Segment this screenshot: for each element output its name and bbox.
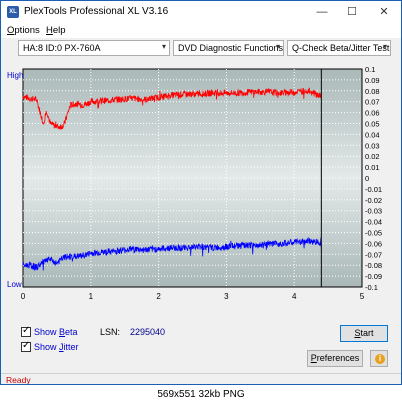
y-tick-label: 0.06	[365, 109, 380, 118]
y-tick-label: -0.06	[365, 239, 382, 248]
drive-select[interactable]: HA:8 ID:0 PX-760A ▾	[18, 40, 170, 56]
app-window: XL PlexTools Professional XL V3.16 — ☐ ✕…	[0, 0, 402, 385]
x-tick-label: 0	[21, 292, 26, 301]
info-button[interactable]: i	[370, 350, 388, 367]
show-beta-label[interactable]: Show Beta	[34, 327, 78, 337]
y-tick-label: -0.05	[365, 229, 382, 238]
preferences-button[interactable]: Preferences	[307, 350, 363, 367]
show-jitter-prefix: Show	[34, 342, 60, 352]
y-tick-label: -0.04	[365, 218, 382, 227]
x-tick-label: 2	[156, 292, 161, 301]
info-icon: i	[375, 354, 385, 364]
y-tick-label: 0.1	[365, 65, 375, 74]
y-tick-label: 0.09	[365, 76, 380, 85]
show-beta-checkbox[interactable]: ✓	[21, 325, 31, 337]
y-tick-label: -0.03	[365, 207, 382, 216]
y-tick-label: -0.08	[365, 261, 382, 270]
y-tick-label: -0.07	[365, 250, 382, 259]
y-tick-label: 0.02	[365, 152, 380, 161]
y-tick-label: 0.04	[365, 130, 380, 139]
toolbar: HA:8 ID:0 PX-760A ▾ DVD Diagnostic Funct…	[1, 38, 401, 59]
test-select[interactable]: Q-Check Beta/Jitter Test ▾	[287, 40, 391, 56]
chevron-down-icon: ▾	[161, 42, 166, 51]
checkmark-icon: ✓	[22, 325, 31, 336]
menu-options[interactable]: Options	[7, 25, 40, 36]
y-tick-label: 0.08	[365, 87, 380, 96]
y-tick-label: 0	[365, 174, 369, 183]
status-text: Ready	[6, 375, 31, 385]
chart-area: 0 1 2 3 4 5 0.1 0.09 0.08 0.07 0.06 0.05 0.04 0.03 0.0…	[6, 64, 391, 304]
start-button[interactable]: Start	[340, 325, 388, 342]
close-button[interactable]: ✕	[369, 1, 399, 23]
lsn-label: LSN:	[100, 327, 121, 337]
y-tick-label: -0.1	[365, 283, 378, 292]
beta-jitter-chart: 0 1 2 3 4 5 0.1 0.09 0.08 0.07 0.06 0.050.04 0.03 0.0…	[7, 65, 382, 301]
high-label: High	[7, 71, 23, 80]
title-bar: XL PlexTools Professional XL V3.16 — ☐ ✕	[1, 1, 401, 23]
y-tick-label: -0.01	[365, 185, 382, 194]
menu-help[interactable]: Help	[46, 25, 66, 36]
y-tick-label: 0.05	[365, 120, 380, 129]
test-select-value: Q-Check Beta/Jitter Test	[292, 43, 390, 53]
show-jitter-checkbox[interactable]: ✓	[21, 340, 31, 352]
y-tick-label: -0.02	[365, 196, 382, 205]
y-tick-label: 0.01	[365, 163, 380, 172]
show-beta-prefix: Show	[34, 327, 60, 337]
show-jitter-label[interactable]: Show Jitter	[34, 342, 79, 352]
minimize-button[interactable]: —	[307, 1, 337, 23]
maximize-button[interactable]: ☐	[337, 1, 367, 23]
menu-help-mnemonic: H	[46, 25, 53, 36]
x-tick-label: 4	[292, 292, 297, 301]
y-tick-label: 0.03	[365, 141, 380, 150]
x-tick-label: 5	[360, 292, 365, 301]
checkmark-icon: ✓	[22, 340, 31, 351]
chevron-down-icon: ▾	[275, 42, 280, 51]
preferences-label: references	[316, 353, 360, 363]
x-tick-label: 3	[224, 292, 229, 301]
function-select-value: DVD Diagnostic Functions	[178, 43, 284, 53]
function-select[interactable]: DVD Diagnostic Functions ▾	[173, 40, 284, 56]
chevron-down-icon: ▾	[382, 42, 387, 51]
image-caption: 569x551 32kb PNG	[0, 385, 402, 404]
show-jitter-rest: itter	[63, 342, 79, 352]
drive-select-value: HA:8 ID:0 PX-760A	[23, 43, 101, 53]
status-bar: Ready	[1, 373, 401, 385]
app-icon: XL	[7, 6, 19, 18]
y-tick-label: 0.07	[365, 98, 380, 107]
show-beta-rest: eta	[65, 327, 78, 337]
x-tick-label: 1	[89, 292, 94, 301]
y-tick-label: -0.09	[365, 272, 382, 281]
low-label: Low	[7, 280, 22, 289]
start-label: tart	[360, 328, 374, 338]
menu-bar: Options Help	[1, 23, 401, 38]
menu-help-label: elp	[52, 25, 66, 36]
window-title: PlexTools Professional XL V3.16	[24, 6, 169, 17]
lsn-value: 2295040	[130, 327, 166, 337]
menu-options-label: ptions	[14, 25, 40, 36]
